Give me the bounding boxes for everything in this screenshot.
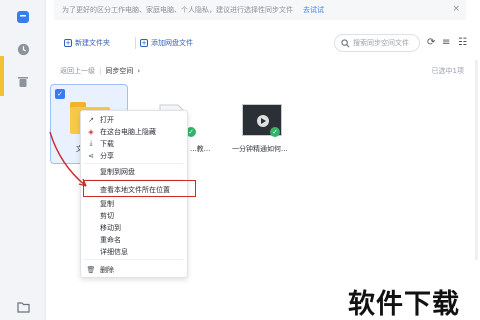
- checkbox-checked-icon[interactable]: ✓: [55, 89, 65, 99]
- menu-item-label: 移动到: [100, 223, 121, 232]
- menu-item-download[interactable]: ⤓ 下载: [81, 138, 187, 149]
- scrollbar[interactable]: [475, 60, 478, 260]
- sync-tip-bar: 为了更好的区分工作电脑、家庭电脑、个人隐私，建议进行选择性同步文件 去试试 ×: [54, 0, 466, 20]
- search-placeholder: 搜索同步空间文件: [353, 39, 409, 47]
- sidebar: [0, 0, 46, 320]
- sort-icon[interactable]: ≡: [442, 37, 450, 48]
- menu-item-copy[interactable]: 复制: [81, 198, 187, 209]
- app-logo-icon[interactable]: [14, 8, 32, 26]
- search-input[interactable]: 搜索同步空间文件: [334, 34, 420, 52]
- breadcrumb-separator: |: [99, 67, 102, 75]
- synced-badge-icon: ✓: [270, 127, 280, 137]
- plus-icon: +: [140, 39, 148, 47]
- menu-item-label: 重命名: [100, 235, 121, 244]
- sync-space-window: 为了更好的区分工作电脑、家庭电脑、个人隐私，建议进行选择性同步文件 去试试 × …: [0, 0, 480, 320]
- menu-item-rename[interactable]: 重命名: [81, 234, 187, 245]
- view-toggle-icon[interactable]: ☷: [458, 37, 467, 48]
- toolbar-divider: [135, 37, 136, 49]
- breadcrumb-current: 同步空间: [105, 67, 134, 75]
- menu-item-label: 在这台电脑上隐藏: [100, 127, 156, 136]
- menu-item-copy-to-cloud[interactable]: 复制到网盘: [81, 166, 187, 177]
- menu-item-details[interactable]: 详细信息: [81, 246, 187, 257]
- sync-tip-text: 为了更好的区分工作电脑、家庭电脑、个人隐私，建议进行选择性同步文件: [62, 6, 293, 14]
- refresh-icon[interactable]: ⟳: [427, 37, 435, 48]
- sync-tip-link[interactable]: 去试试: [303, 5, 324, 15]
- trash-icon[interactable]: [14, 72, 32, 90]
- share-icon: ⋖: [88, 151, 94, 160]
- play-icon: [257, 115, 269, 127]
- highlight-box: [83, 180, 196, 197]
- menu-item-label: 详细信息: [100, 247, 128, 256]
- add-file-button[interactable]: + 添加网盘文件: [140, 36, 193, 50]
- breadcrumb: 返回上一级 | 同步空间 ›: [60, 66, 140, 76]
- menu-item-cut[interactable]: 剪切: [81, 210, 187, 221]
- menu-item-label: 复制: [100, 199, 114, 208]
- delete-icon: 🗑: [86, 265, 96, 274]
- window-edge-strip: [0, 56, 4, 96]
- download-icon: ⤓: [89, 139, 93, 147]
- menu-item-label: 打开: [100, 115, 114, 124]
- close-icon[interactable]: ×: [452, 4, 460, 14]
- selection-count: 已选中1项: [431, 67, 464, 75]
- chevron-right-icon: ›: [137, 67, 141, 75]
- menu-item-hide[interactable]: ◈ 在这台电脑上隐藏: [81, 126, 187, 137]
- new-folder-button[interactable]: + 新建文件夹: [64, 36, 110, 50]
- menu-divider: [85, 259, 183, 260]
- menu-item-delete[interactable]: 🗑 删除: [81, 264, 187, 275]
- menu-item-move-to[interactable]: 移动到: [81, 222, 187, 233]
- menu-item-label: 剪切: [100, 211, 114, 220]
- add-file-label: 添加网盘文件: [151, 39, 193, 47]
- menu-item-label: 复制到网盘: [100, 167, 135, 176]
- menu-item-label: 分享: [100, 151, 114, 160]
- watermark-text: 软件下载: [348, 289, 460, 320]
- folder-nav-icon[interactable]: [14, 298, 32, 316]
- plus-icon: +: [64, 39, 72, 47]
- breadcrumb-back[interactable]: 返回上一级: [60, 66, 95, 76]
- menu-divider: [85, 163, 183, 164]
- menu-item-label: 下载: [100, 139, 114, 148]
- open-icon: ↗: [88, 115, 94, 124]
- hide-icon: ◈: [88, 127, 94, 136]
- search-icon: [341, 39, 350, 50]
- menu-item-label: 删除: [100, 265, 114, 274]
- new-folder-label: 新建文件夹: [75, 39, 110, 47]
- recent-icon[interactable]: [14, 40, 32, 58]
- file-name: 一分钟精通如何...: [232, 145, 288, 153]
- menu-item-share[interactable]: ⋖ 分享: [81, 150, 187, 161]
- menu-item-open[interactable]: ↗ 打开: [81, 114, 187, 125]
- file-name: ...教...: [190, 145, 211, 153]
